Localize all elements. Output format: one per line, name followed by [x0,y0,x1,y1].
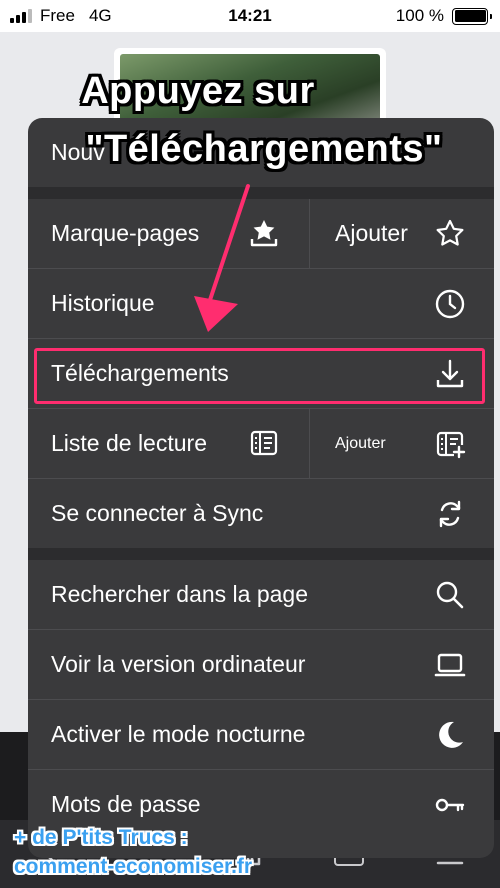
menu-group-gap [28,548,494,560]
menu-item-sync[interactable]: Se connecter à Sync [28,479,494,548]
menu-item-label: Marque-pages [51,220,200,246]
menu-item-history[interactable]: Historique [28,269,494,338]
battery-icon [452,7,492,25]
menu-item-desktop-site[interactable]: Voir la version ordinateur [28,630,494,699]
menu-item-label: Voir la version ordinateur [51,651,306,677]
pointer-arrow-icon [194,184,250,332]
browser-menu: Nouv Marque-pages Ajouter Historique Tél… [28,118,494,858]
sync-icon [439,500,461,527]
key-icon [435,798,465,811]
menu-item-label: Se connecter à Sync [51,500,264,526]
menu-item-label: Rechercher dans la page [51,581,308,607]
menu-item-label: Historique [51,290,155,316]
watermark-line-1: + de P'tits Trucs : [14,826,188,849]
watermark-line-2: comment-economiser.fr [14,855,253,878]
menu-item-night-mode[interactable]: Activer le mode nocturne [28,700,494,769]
reading-list-icon [250,430,278,456]
star-outline-icon [436,219,464,246]
battery-percent: 100 % [395,6,444,25]
menu-group-gap [28,187,494,199]
menu-item-label: Mots de passe [51,791,201,817]
menu-item-find-in-page[interactable]: Rechercher dans la page [28,560,494,629]
annotation-line-2: "Téléchargements" [85,128,443,170]
menu-item-label: Activer le mode nocturne [51,721,306,747]
annotation-line-1: Appuyez sur [81,70,315,112]
add-reading-list-label: Ajouter [335,434,386,452]
add-to-reading-list-button[interactable]: Ajouter [310,409,494,478]
downloads-highlight-box [34,348,485,404]
add-bookmark-button[interactable]: Ajouter [310,199,494,268]
search-icon [436,581,464,608]
add-bookmark-label: Ajouter [335,220,408,246]
laptop-icon [434,653,466,676]
moon-icon [439,721,463,748]
menu-item-label: Liste de lecture [51,430,207,456]
clock-icon [435,289,465,318]
status-bar: Free 4G 14:21 100 % [0,0,500,32]
reading-list-add-icon [436,431,466,458]
status-bar-right: 100 % [395,6,492,26]
